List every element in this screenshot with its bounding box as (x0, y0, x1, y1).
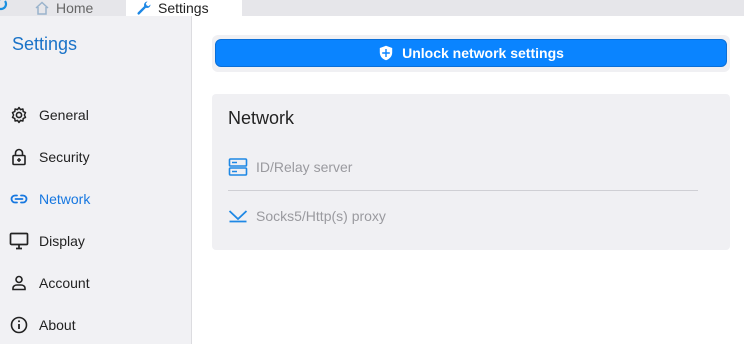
main-panel: Unlock network settings Network ID/Relay… (193, 16, 744, 344)
monitor-icon (9, 231, 29, 251)
tab-settings-label: Settings (158, 0, 209, 16)
sidebar-item-label: About (39, 317, 76, 333)
tab-settings[interactable]: Settings (126, 0, 242, 16)
divider (228, 190, 698, 191)
socks5-proxy-label: Socks5/Http(s) proxy (256, 208, 386, 224)
tab-bar: Home Settings (0, 0, 744, 16)
gear-icon (9, 105, 29, 125)
id-relay-server-item[interactable]: ID/Relay server (228, 152, 698, 182)
home-icon (35, 1, 49, 15)
tab-home[interactable]: Home (34, 0, 93, 16)
proxy-icon (228, 210, 248, 223)
sidebar-item-about[interactable]: About (0, 311, 191, 339)
network-card: Network ID/Relay server Socks5/Http(s) p… (212, 94, 730, 250)
sidebar-item-network[interactable]: Network (0, 185, 191, 213)
tab-home-label: Home (56, 0, 94, 16)
sidebar-item-label: Network (39, 191, 91, 207)
sidebar-item-label: Security (39, 149, 90, 165)
info-icon (9, 315, 29, 335)
server-icon (228, 158, 248, 176)
sidebar-item-label: Account (39, 275, 90, 291)
app-logo-icon (0, 0, 8, 11)
sidebar-item-display[interactable]: Display (0, 227, 191, 255)
shield-icon (379, 45, 393, 61)
sidebar-item-label: Display (39, 233, 85, 249)
sidebar-item-general[interactable]: General (0, 101, 191, 129)
sidebar-item-security[interactable]: Security (0, 143, 191, 171)
sidebar: Settings General Security Network Displa… (0, 16, 192, 344)
person-icon (9, 273, 29, 293)
sidebar-item-label: General (39, 107, 89, 123)
unlock-network-settings-button[interactable]: Unlock network settings (215, 39, 727, 67)
section-title: Network (228, 108, 295, 128)
id-relay-server-label: ID/Relay server (256, 159, 353, 175)
socks5-proxy-item[interactable]: Socks5/Http(s) proxy (228, 201, 698, 231)
unlock-container: Unlock network settings (212, 35, 730, 72)
wrench-icon (137, 1, 151, 15)
unlock-button-label: Unlock network settings (402, 45, 564, 61)
link-icon (9, 189, 29, 209)
sidebar-title: Settings (12, 34, 78, 54)
lock-icon (9, 147, 29, 167)
sidebar-item-account[interactable]: Account (0, 269, 191, 297)
